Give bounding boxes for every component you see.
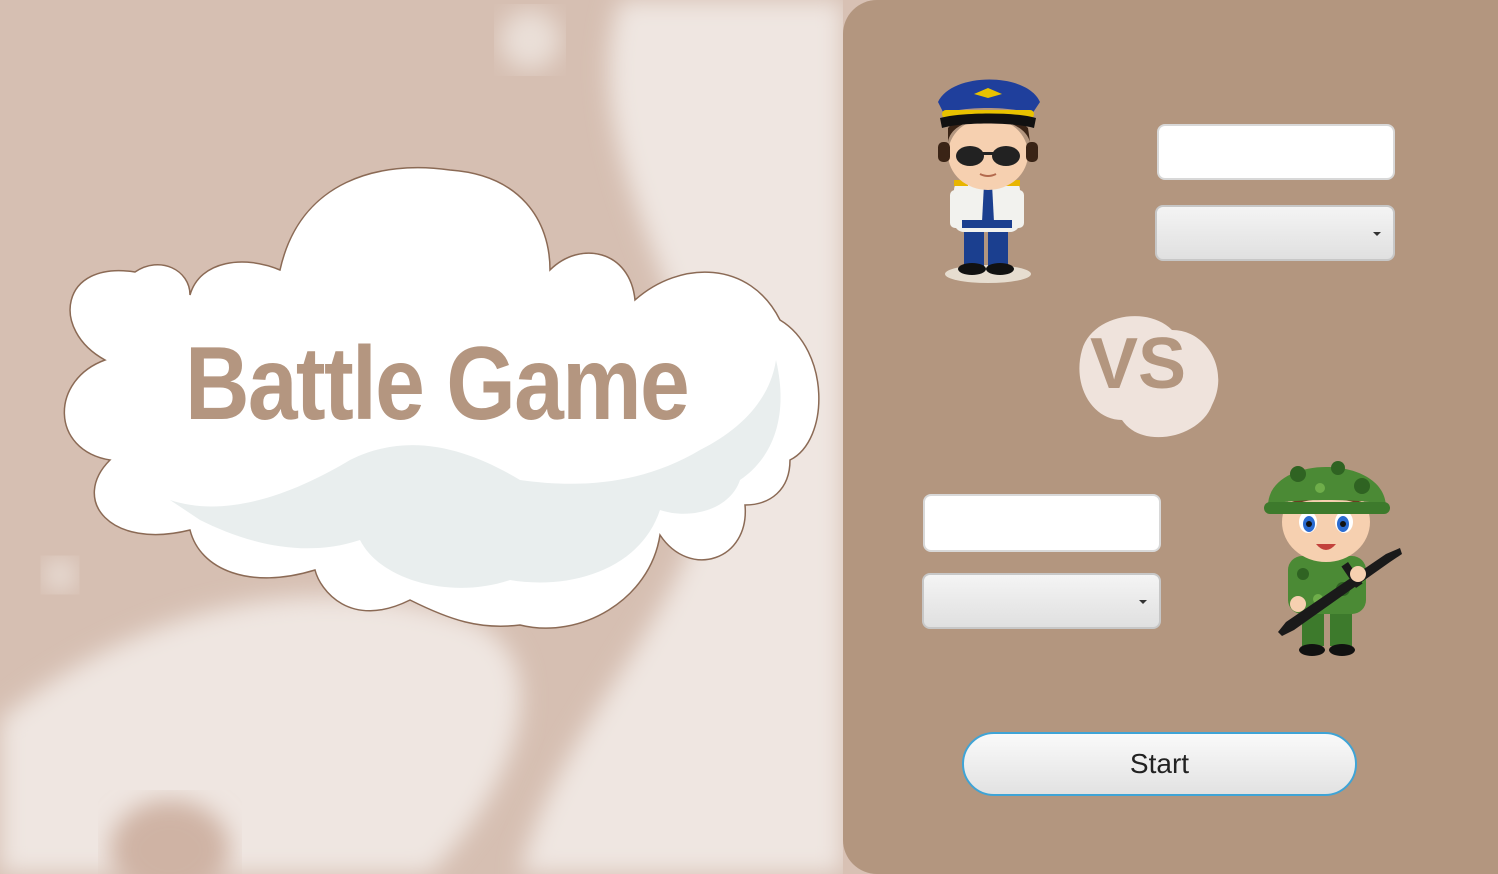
start-button[interactable]: Start	[962, 732, 1357, 796]
player2-name-input[interactable]	[923, 494, 1161, 552]
vs-label: VS	[1090, 324, 1186, 404]
pilot-character-icon	[932, 72, 1044, 287]
chevron-down-icon	[1139, 600, 1147, 604]
player1-class-select[interactable]	[1155, 205, 1395, 261]
soldier-character-icon	[1258, 444, 1408, 660]
chevron-down-icon	[1373, 232, 1381, 236]
vs-badge-icon: VS	[1072, 310, 1224, 442]
player2-class-select[interactable]	[922, 573, 1161, 629]
player1-name-input[interactable]	[1157, 124, 1395, 180]
game-title: Battle Game	[185, 326, 690, 442]
